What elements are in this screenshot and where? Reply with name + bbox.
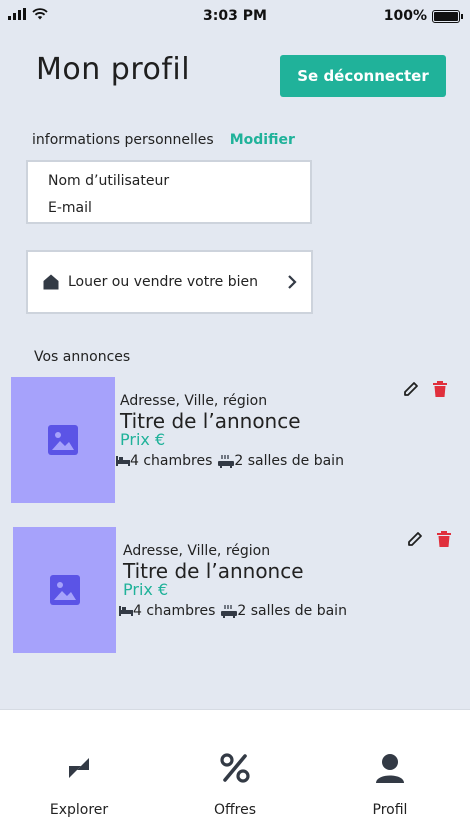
- battery-percent: 100%: [383, 8, 427, 24]
- chevron-right-icon: [288, 275, 297, 289]
- nav-label-explorer: Explorer: [49, 802, 109, 818]
- listing-card[interactable]: Adresse, Ville, région Titre de l’annonc…: [0, 377, 470, 503]
- bath-icon: [218, 455, 235, 468]
- email-label: E-mail: [48, 200, 92, 216]
- nav-label-offres: Offres: [213, 802, 257, 818]
- edit-listing-button[interactable]: [405, 529, 425, 549]
- bathrooms-feature: 2 salles de bain: [221, 603, 347, 619]
- username-label: Nom d’utilisateur: [48, 173, 170, 189]
- bath-icon: [221, 605, 238, 618]
- compass-icon: [64, 750, 94, 786]
- battery-fill: [434, 11, 458, 21]
- bathrooms-count: 2 salles de bain: [234, 453, 344, 469]
- percent-icon: [219, 750, 251, 786]
- page-title: Mon profil: [36, 52, 191, 87]
- listing-features: 4 chambres 2 salles de bain: [119, 603, 353, 619]
- bed-icon: [116, 456, 130, 466]
- image-placeholder-icon: [49, 575, 80, 605]
- image-placeholder-icon: [48, 425, 78, 455]
- listings-section-title: Vos annonces: [34, 349, 131, 365]
- nav-item-profil[interactable]: Profil: [312, 710, 468, 835]
- logout-button[interactable]: Se déconnecter: [280, 55, 446, 97]
- nav-item-offres[interactable]: Offres: [157, 710, 313, 835]
- bedrooms-count: 4 chambres: [130, 453, 213, 469]
- battery-icon: [432, 9, 463, 23]
- user-icon: [374, 750, 406, 786]
- bedrooms-feature: 4 chambres: [116, 453, 212, 469]
- listing-card[interactable]: Adresse, Ville, région Titre de l’annonc…: [0, 527, 470, 653]
- bedrooms-feature: 4 chambres: [119, 603, 215, 619]
- delete-listing-button[interactable]: [434, 529, 454, 549]
- house-icon: [43, 274, 59, 290]
- bedrooms-count: 4 chambres: [133, 603, 216, 619]
- pencil-icon: [404, 382, 418, 396]
- nav-label-profil: Profil: [372, 802, 408, 818]
- pencil-icon: [408, 532, 422, 546]
- bed-icon: [119, 606, 133, 616]
- personal-info-header: informations personnelles Modifier: [32, 132, 295, 148]
- trash-icon: [433, 381, 447, 397]
- bottom-nav: Explorer Offres Profil: [0, 709, 470, 835]
- edit-listing-button[interactable]: [401, 379, 421, 399]
- personal-info-label: informations personnelles: [32, 132, 214, 148]
- bathrooms-feature: 2 salles de bain: [218, 453, 344, 469]
- listing-address: Adresse, Ville, région: [123, 543, 271, 559]
- edit-info-link[interactable]: Modifier: [230, 132, 295, 148]
- listing-price: Prix €: [123, 580, 169, 599]
- listing-features: 4 chambres 2 salles de bain: [116, 453, 350, 469]
- rent-sell-button[interactable]: Louer ou vendre votre bien: [26, 250, 313, 314]
- bathrooms-count: 2 salles de bain: [237, 603, 347, 619]
- status-bar: 3:03 PM 100%: [0, 0, 470, 34]
- trash-icon: [437, 531, 451, 547]
- nav-item-explorer[interactable]: Explorer: [1, 710, 157, 835]
- listing-thumbnail: [13, 527, 116, 653]
- personal-info-card: Nom d’utilisateur E-mail: [26, 160, 312, 224]
- listing-price: Prix €: [120, 430, 166, 449]
- listing-address: Adresse, Ville, région: [120, 393, 268, 409]
- status-right: 100%: [383, 8, 463, 24]
- delete-listing-button[interactable]: [430, 379, 450, 399]
- listing-thumbnail: [11, 377, 115, 503]
- rent-sell-label: Louer ou vendre votre bien: [68, 274, 258, 290]
